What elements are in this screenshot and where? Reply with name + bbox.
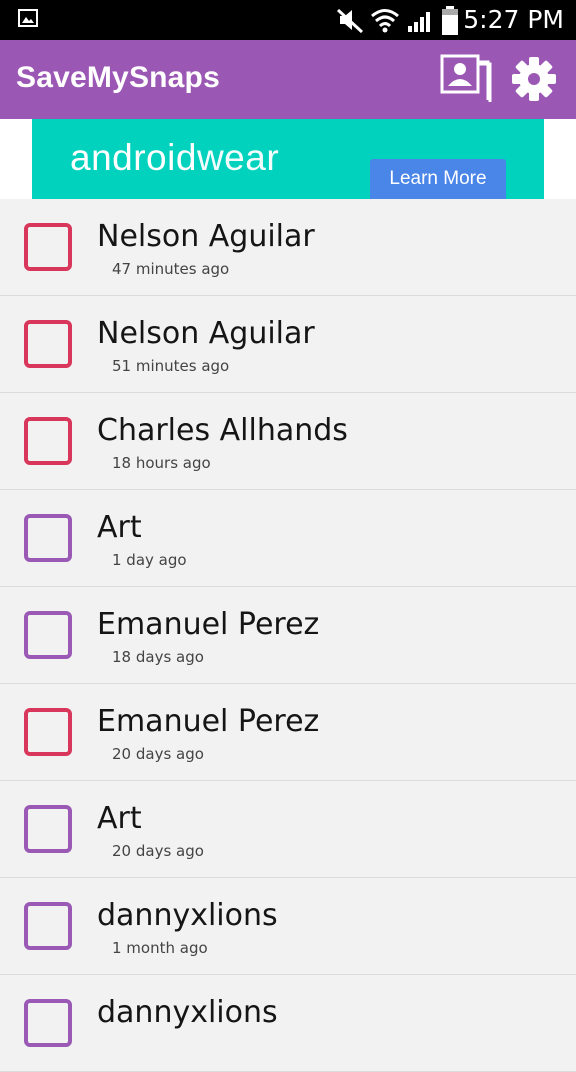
ad-container: androidwear Learn More bbox=[0, 119, 576, 199]
snap-type-icon bbox=[24, 514, 72, 562]
sender-name: dannyxlions bbox=[97, 995, 278, 1030]
list-item[interactable]: Nelson Aguilar 51 minutes ago bbox=[0, 296, 576, 393]
list-item[interactable]: dannyxlions 1 month ago bbox=[0, 878, 576, 975]
list-item[interactable]: Emanuel Perez 20 days ago bbox=[0, 684, 576, 781]
app-bar: SaveMySnaps bbox=[0, 40, 576, 119]
gear-icon bbox=[512, 57, 556, 101]
status-bar: 5:27 PM bbox=[0, 0, 576, 40]
snap-time: 20 days ago bbox=[112, 842, 204, 860]
snap-time: 47 minutes ago bbox=[112, 260, 230, 278]
sender-name: Charles Allhands bbox=[97, 413, 348, 448]
gallery-notification-icon bbox=[18, 9, 38, 27]
ad-brand: androidwear bbox=[70, 137, 280, 178]
snap-type-icon bbox=[24, 805, 72, 853]
snap-time: 18 hours ago bbox=[112, 454, 211, 472]
snap-list: Nelson Aguilar 47 minutes ago Nelson Agu… bbox=[0, 199, 576, 1072]
sender-name: dannyxlions bbox=[97, 898, 278, 933]
list-item[interactable]: Art 1 day ago bbox=[0, 490, 576, 587]
snap-type-icon bbox=[24, 320, 72, 368]
snap-time: 51 minutes ago bbox=[112, 357, 230, 375]
snap-time: 1 month ago bbox=[112, 939, 208, 957]
signal-icon bbox=[408, 12, 430, 32]
gallery-button[interactable] bbox=[438, 52, 496, 108]
snap-type-icon bbox=[24, 708, 72, 756]
mute-icon bbox=[336, 8, 364, 34]
ad-banner[interactable]: androidwear Learn More bbox=[32, 119, 544, 199]
sender-name: Emanuel Perez bbox=[97, 607, 320, 642]
wifi-icon bbox=[371, 9, 399, 33]
photo-stack-icon bbox=[440, 54, 492, 102]
snap-type-icon bbox=[24, 223, 72, 271]
snap-type-icon bbox=[24, 999, 72, 1047]
list-item[interactable]: Nelson Aguilar 47 minutes ago bbox=[0, 199, 576, 296]
learn-more-button[interactable]: Learn More bbox=[370, 159, 506, 199]
clock: 5:27 PM bbox=[463, 5, 564, 34]
sender-name: Emanuel Perez bbox=[97, 704, 320, 739]
battery-icon bbox=[442, 6, 458, 35]
sender-name: Nelson Aguilar bbox=[97, 316, 315, 351]
snap-type-icon bbox=[24, 611, 72, 659]
sender-name: Art bbox=[97, 801, 142, 836]
list-item[interactable]: Charles Allhands 18 hours ago bbox=[0, 393, 576, 490]
sender-name: Art bbox=[97, 510, 142, 545]
snap-time: 1 day ago bbox=[112, 551, 187, 569]
snap-time: 20 days ago bbox=[112, 745, 204, 763]
list-item[interactable]: Emanuel Perez 18 days ago bbox=[0, 587, 576, 684]
sender-name: Nelson Aguilar bbox=[97, 219, 315, 254]
snap-time: 18 days ago bbox=[112, 648, 204, 666]
snap-type-icon bbox=[24, 902, 72, 950]
settings-button[interactable] bbox=[510, 54, 558, 104]
snap-type-icon bbox=[24, 417, 72, 465]
status-icons bbox=[336, 6, 458, 35]
app-title: SaveMySnaps bbox=[16, 61, 220, 94]
list-item[interactable]: Art 20 days ago bbox=[0, 781, 576, 878]
